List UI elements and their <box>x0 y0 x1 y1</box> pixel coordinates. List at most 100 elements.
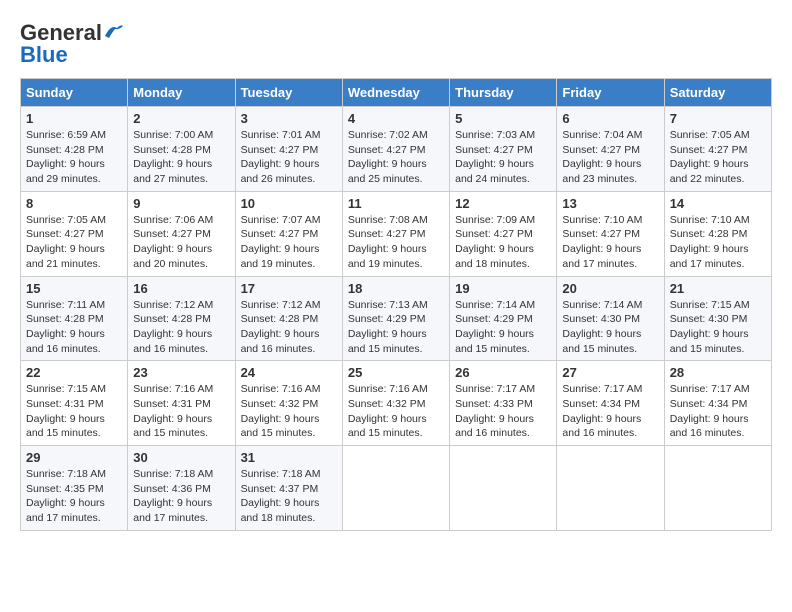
day-number: 12 <box>455 196 551 211</box>
logo-bird-icon <box>103 22 125 40</box>
calendar-cell: 20 Sunrise: 7:14 AM Sunset: 4:30 PM Dayl… <box>557 276 664 361</box>
day-info: Sunrise: 7:18 AM Sunset: 4:36 PM Dayligh… <box>133 467 229 526</box>
page-header: General Blue <box>20 20 772 68</box>
calendar-cell: 10 Sunrise: 7:07 AM Sunset: 4:27 PM Dayl… <box>235 191 342 276</box>
calendar-cell: 31 Sunrise: 7:18 AM Sunset: 4:37 PM Dayl… <box>235 446 342 531</box>
calendar-cell: 22 Sunrise: 7:15 AM Sunset: 4:31 PM Dayl… <box>21 361 128 446</box>
day-info: Sunrise: 7:12 AM Sunset: 4:28 PM Dayligh… <box>133 298 229 357</box>
calendar-cell: 16 Sunrise: 7:12 AM Sunset: 4:28 PM Dayl… <box>128 276 235 361</box>
calendar-cell: 15 Sunrise: 7:11 AM Sunset: 4:28 PM Dayl… <box>21 276 128 361</box>
calendar-cell: 7 Sunrise: 7:05 AM Sunset: 4:27 PM Dayli… <box>664 107 771 192</box>
calendar-week-2: 8 Sunrise: 7:05 AM Sunset: 4:27 PM Dayli… <box>21 191 772 276</box>
day-info: Sunrise: 7:01 AM Sunset: 4:27 PM Dayligh… <box>241 128 337 187</box>
day-number: 8 <box>26 196 122 211</box>
day-number: 2 <box>133 111 229 126</box>
calendar-cell: 4 Sunrise: 7:02 AM Sunset: 4:27 PM Dayli… <box>342 107 449 192</box>
day-info: Sunrise: 7:08 AM Sunset: 4:27 PM Dayligh… <box>348 213 444 272</box>
day-number: 6 <box>562 111 658 126</box>
day-info: Sunrise: 6:59 AM Sunset: 4:28 PM Dayligh… <box>26 128 122 187</box>
day-number: 10 <box>241 196 337 211</box>
day-number: 21 <box>670 281 766 296</box>
day-number: 25 <box>348 365 444 380</box>
day-number: 7 <box>670 111 766 126</box>
day-info: Sunrise: 7:00 AM Sunset: 4:28 PM Dayligh… <box>133 128 229 187</box>
day-info: Sunrise: 7:15 AM Sunset: 4:31 PM Dayligh… <box>26 382 122 441</box>
day-number: 5 <box>455 111 551 126</box>
logo-blue: Blue <box>20 42 68 68</box>
calendar-cell <box>664 446 771 531</box>
day-number: 4 <box>348 111 444 126</box>
day-number: 18 <box>348 281 444 296</box>
weekday-header-saturday: Saturday <box>664 79 771 107</box>
calendar-week-3: 15 Sunrise: 7:11 AM Sunset: 4:28 PM Dayl… <box>21 276 772 361</box>
calendar-cell: 23 Sunrise: 7:16 AM Sunset: 4:31 PM Dayl… <box>128 361 235 446</box>
day-info: Sunrise: 7:16 AM Sunset: 4:32 PM Dayligh… <box>241 382 337 441</box>
day-info: Sunrise: 7:18 AM Sunset: 4:37 PM Dayligh… <box>241 467 337 526</box>
day-number: 24 <box>241 365 337 380</box>
day-number: 19 <box>455 281 551 296</box>
calendar-week-4: 22 Sunrise: 7:15 AM Sunset: 4:31 PM Dayl… <box>21 361 772 446</box>
day-info: Sunrise: 7:09 AM Sunset: 4:27 PM Dayligh… <box>455 213 551 272</box>
day-info: Sunrise: 7:12 AM Sunset: 4:28 PM Dayligh… <box>241 298 337 357</box>
calendar-cell: 28 Sunrise: 7:17 AM Sunset: 4:34 PM Dayl… <box>664 361 771 446</box>
calendar-cell: 30 Sunrise: 7:18 AM Sunset: 4:36 PM Dayl… <box>128 446 235 531</box>
day-info: Sunrise: 7:03 AM Sunset: 4:27 PM Dayligh… <box>455 128 551 187</box>
day-number: 28 <box>670 365 766 380</box>
weekday-header-tuesday: Tuesday <box>235 79 342 107</box>
calendar-cell: 18 Sunrise: 7:13 AM Sunset: 4:29 PM Dayl… <box>342 276 449 361</box>
calendar-cell: 12 Sunrise: 7:09 AM Sunset: 4:27 PM Dayl… <box>450 191 557 276</box>
weekday-header-wednesday: Wednesday <box>342 79 449 107</box>
calendar-table: SundayMondayTuesdayWednesdayThursdayFrid… <box>20 78 772 531</box>
day-info: Sunrise: 7:05 AM Sunset: 4:27 PM Dayligh… <box>26 213 122 272</box>
day-info: Sunrise: 7:15 AM Sunset: 4:30 PM Dayligh… <box>670 298 766 357</box>
day-number: 14 <box>670 196 766 211</box>
day-number: 1 <box>26 111 122 126</box>
logo: General Blue <box>20 20 125 68</box>
calendar-cell: 29 Sunrise: 7:18 AM Sunset: 4:35 PM Dayl… <box>21 446 128 531</box>
calendar-cell: 24 Sunrise: 7:16 AM Sunset: 4:32 PM Dayl… <box>235 361 342 446</box>
calendar-cell: 2 Sunrise: 7:00 AM Sunset: 4:28 PM Dayli… <box>128 107 235 192</box>
day-info: Sunrise: 7:10 AM Sunset: 4:28 PM Dayligh… <box>670 213 766 272</box>
day-info: Sunrise: 7:13 AM Sunset: 4:29 PM Dayligh… <box>348 298 444 357</box>
calendar-week-1: 1 Sunrise: 6:59 AM Sunset: 4:28 PM Dayli… <box>21 107 772 192</box>
weekday-header-thursday: Thursday <box>450 79 557 107</box>
calendar-cell: 26 Sunrise: 7:17 AM Sunset: 4:33 PM Dayl… <box>450 361 557 446</box>
day-info: Sunrise: 7:07 AM Sunset: 4:27 PM Dayligh… <box>241 213 337 272</box>
calendar-cell: 27 Sunrise: 7:17 AM Sunset: 4:34 PM Dayl… <box>557 361 664 446</box>
day-number: 20 <box>562 281 658 296</box>
day-info: Sunrise: 7:05 AM Sunset: 4:27 PM Dayligh… <box>670 128 766 187</box>
day-info: Sunrise: 7:14 AM Sunset: 4:30 PM Dayligh… <box>562 298 658 357</box>
day-number: 16 <box>133 281 229 296</box>
day-number: 3 <box>241 111 337 126</box>
day-info: Sunrise: 7:16 AM Sunset: 4:32 PM Dayligh… <box>348 382 444 441</box>
calendar-cell <box>450 446 557 531</box>
day-info: Sunrise: 7:17 AM Sunset: 4:33 PM Dayligh… <box>455 382 551 441</box>
day-number: 27 <box>562 365 658 380</box>
calendar-cell: 9 Sunrise: 7:06 AM Sunset: 4:27 PM Dayli… <box>128 191 235 276</box>
day-number: 9 <box>133 196 229 211</box>
day-number: 13 <box>562 196 658 211</box>
day-info: Sunrise: 7:18 AM Sunset: 4:35 PM Dayligh… <box>26 467 122 526</box>
day-info: Sunrise: 7:06 AM Sunset: 4:27 PM Dayligh… <box>133 213 229 272</box>
calendar-cell: 14 Sunrise: 7:10 AM Sunset: 4:28 PM Dayl… <box>664 191 771 276</box>
day-info: Sunrise: 7:04 AM Sunset: 4:27 PM Dayligh… <box>562 128 658 187</box>
calendar-cell <box>342 446 449 531</box>
calendar-cell: 13 Sunrise: 7:10 AM Sunset: 4:27 PM Dayl… <box>557 191 664 276</box>
calendar-cell: 17 Sunrise: 7:12 AM Sunset: 4:28 PM Dayl… <box>235 276 342 361</box>
calendar-cell: 3 Sunrise: 7:01 AM Sunset: 4:27 PM Dayli… <box>235 107 342 192</box>
day-number: 22 <box>26 365 122 380</box>
calendar-cell: 21 Sunrise: 7:15 AM Sunset: 4:30 PM Dayl… <box>664 276 771 361</box>
day-info: Sunrise: 7:10 AM Sunset: 4:27 PM Dayligh… <box>562 213 658 272</box>
weekday-header-friday: Friday <box>557 79 664 107</box>
day-number: 17 <box>241 281 337 296</box>
day-info: Sunrise: 7:14 AM Sunset: 4:29 PM Dayligh… <box>455 298 551 357</box>
day-number: 11 <box>348 196 444 211</box>
calendar-cell: 25 Sunrise: 7:16 AM Sunset: 4:32 PM Dayl… <box>342 361 449 446</box>
day-info: Sunrise: 7:02 AM Sunset: 4:27 PM Dayligh… <box>348 128 444 187</box>
weekday-header-sunday: Sunday <box>21 79 128 107</box>
day-number: 15 <box>26 281 122 296</box>
day-number: 26 <box>455 365 551 380</box>
calendar-cell: 19 Sunrise: 7:14 AM Sunset: 4:29 PM Dayl… <box>450 276 557 361</box>
calendar-cell <box>557 446 664 531</box>
day-info: Sunrise: 7:16 AM Sunset: 4:31 PM Dayligh… <box>133 382 229 441</box>
